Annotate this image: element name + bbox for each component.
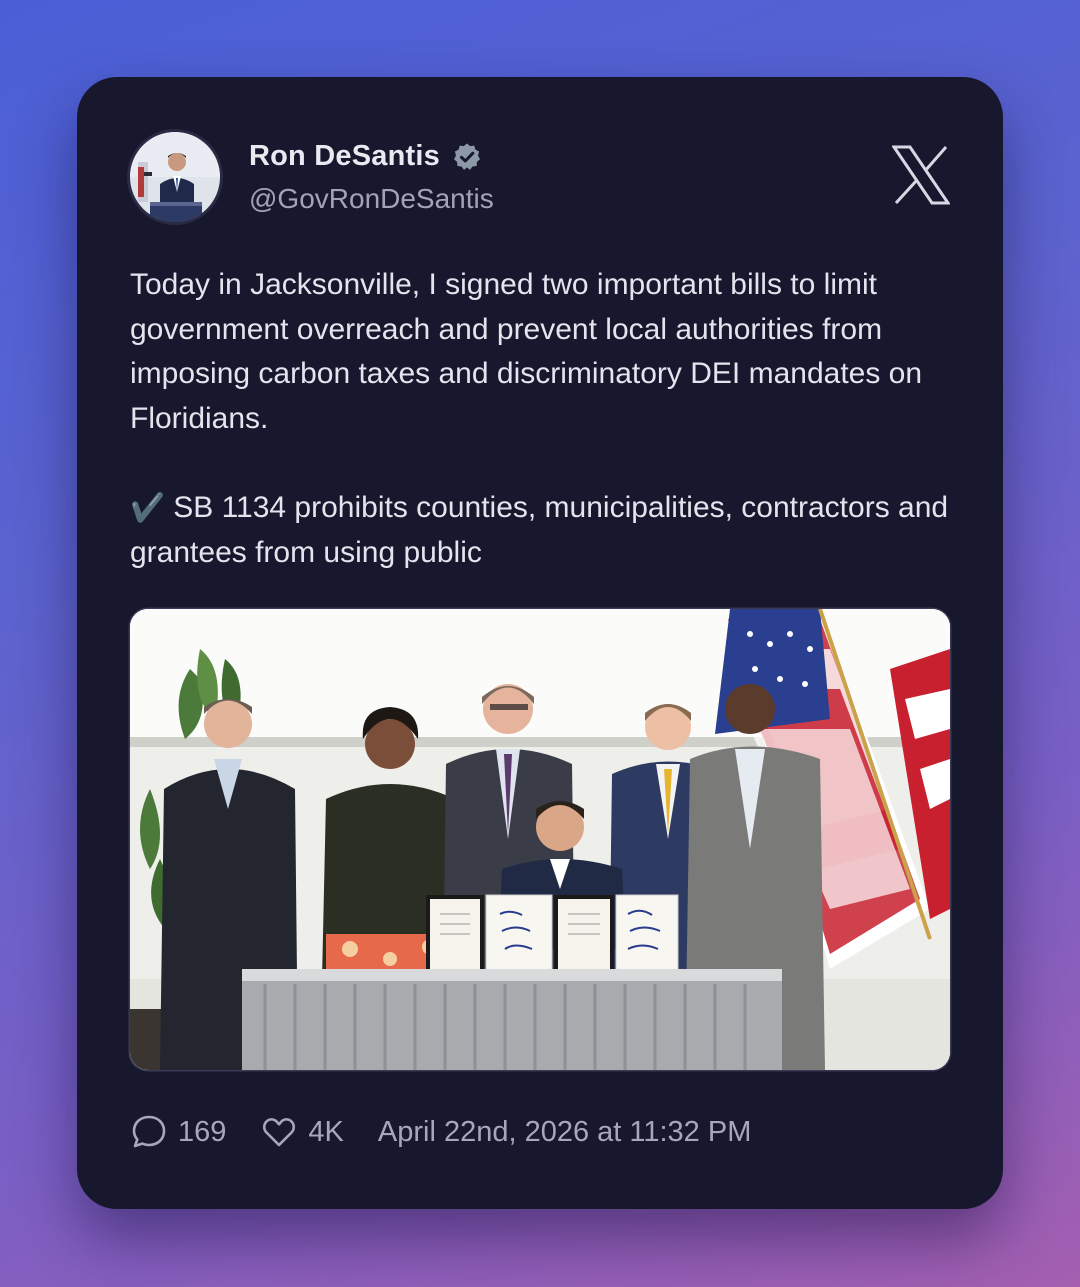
like-count: 4K xyxy=(308,1115,344,1148)
tweet-footer: 169 4K April 22nd, 2026 at 11:32 PM xyxy=(130,1113,751,1151)
tweet-card: Ron DeSantis @GovRonDeSantis Today in Ja… xyxy=(77,77,1003,1209)
tweet-paragraph-2: ✔️ SB 1134 prohibits counties, municipal… xyxy=(130,486,950,575)
author-handle[interactable]: @GovRonDeSantis xyxy=(249,183,494,215)
heart-icon xyxy=(263,1118,296,1147)
x-logo-icon[interactable] xyxy=(892,145,950,205)
verified-badge-icon xyxy=(453,143,480,170)
reply-button[interactable]: 169 xyxy=(130,1113,226,1151)
tweet-paragraph-1: Today in Jacksonville, I signed two impo… xyxy=(130,268,923,435)
tweet-timestamp[interactable]: April 22nd, 2026 at 11:32 PM xyxy=(378,1116,752,1149)
check-mark-icon: ✔️ xyxy=(130,491,165,523)
tweet-body: Today in Jacksonville, I signed two impo… xyxy=(130,263,950,575)
signed-bills-icon xyxy=(426,894,679,974)
author-avatar[interactable] xyxy=(130,132,220,222)
signing-table-icon xyxy=(242,969,782,1070)
author-name[interactable]: Ron DeSantis xyxy=(249,140,440,173)
bill-signing-photo-icon xyxy=(130,609,950,1070)
like-button[interactable]: 4K xyxy=(260,1113,344,1151)
author-name-row: Ron DeSantis xyxy=(249,140,482,173)
page-background: { "author": { "name": "Ron DeSantis", "h… xyxy=(0,0,1080,1287)
reply-count: 169 xyxy=(178,1115,227,1148)
tweet-media-photo[interactable] xyxy=(130,609,950,1070)
tweet-paragraph-2-text: SB 1134 prohibits counties, municipaliti… xyxy=(130,490,949,569)
avatar-photo-icon xyxy=(130,132,220,222)
comment-bubble-icon xyxy=(132,1115,166,1148)
